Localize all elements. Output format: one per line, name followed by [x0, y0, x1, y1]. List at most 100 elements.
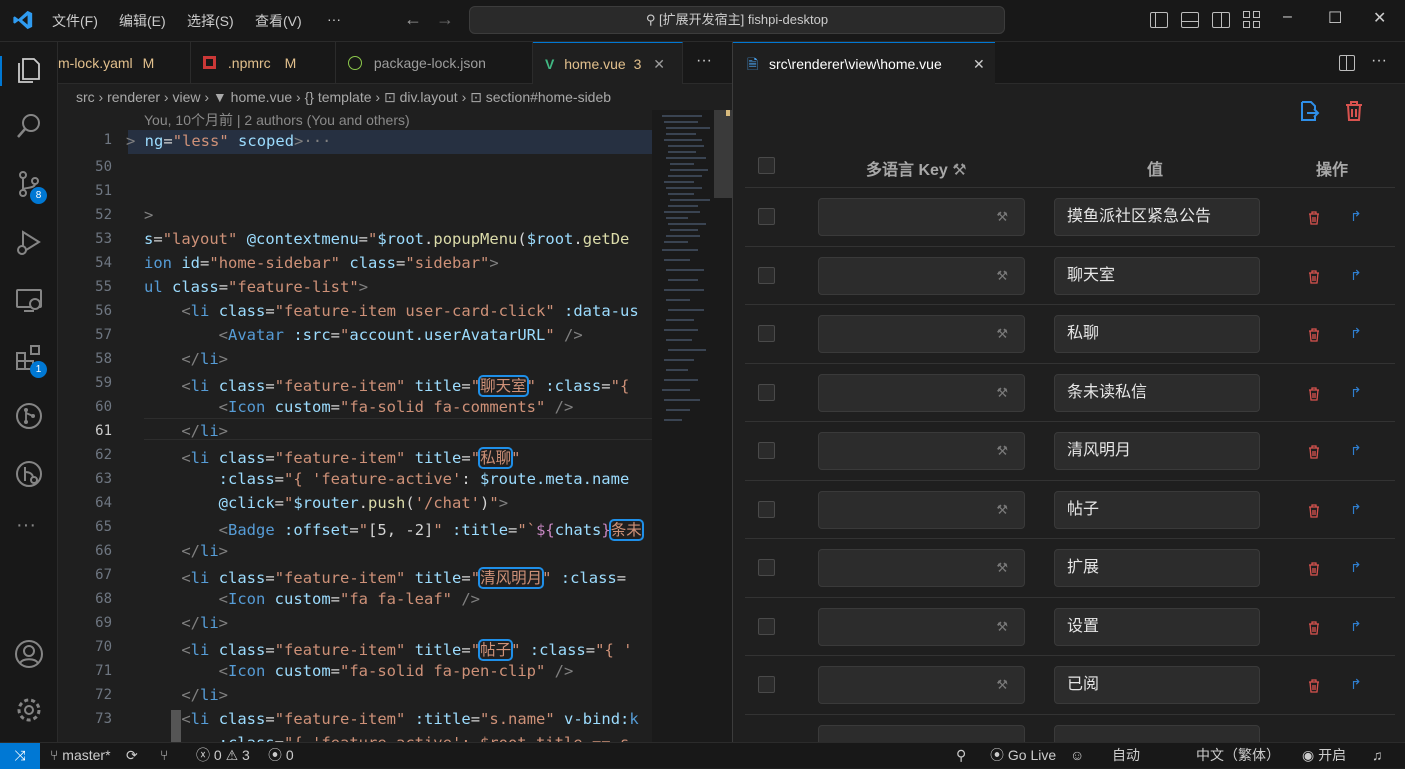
command-center-search[interactable]: ⚲ [扩展开发宿主] fishpi-desktop [469, 6, 1005, 34]
remote-explorer-icon[interactable] [13, 284, 45, 316]
language-selector[interactable]: 中文（繁体） [1196, 743, 1280, 768]
close-icon[interactable]: ✕ [653, 56, 665, 72]
select-all-checkbox[interactable] [758, 157, 775, 174]
value-input[interactable]: 已阅 [1054, 666, 1260, 704]
tab-home-vue[interactable]: V home.vue 3 ✕ [533, 42, 683, 84]
key-input[interactable]: ⚒ [818, 490, 1025, 529]
key-input[interactable]: ⚒ [818, 256, 1025, 295]
value-input[interactable]: 清风明月 [1054, 432, 1260, 470]
code-editor[interactable]: You, 10个月前 | 2 authors (You and others) … [58, 110, 652, 742]
value-input[interactable]: 设置 [1054, 607, 1260, 646]
explorer-icon[interactable] [13, 54, 45, 86]
settings-gear-icon[interactable] [13, 694, 45, 726]
goto-icon[interactable]: ↱ [1350, 384, 1362, 401]
delete-icon[interactable] [1308, 386, 1320, 401]
magic-wand-icon[interactable]: ⚒ [996, 385, 1008, 401]
tab-more-icon[interactable]: ··· [696, 52, 712, 70]
value-input[interactable]: 摸鱼派社区紧急公告 [1054, 198, 1260, 236]
minimap[interactable] [652, 110, 732, 742]
sync-icon[interactable]: ⟳ [126, 743, 138, 768]
magic-wand-icon[interactable]: ⚒ [996, 560, 1008, 576]
goto-icon[interactable]: ↱ [1350, 208, 1362, 225]
magic-wand-icon[interactable]: ⚒ [996, 677, 1008, 693]
delete-icon[interactable] [1308, 269, 1320, 284]
magic-wand-icon[interactable]: ⚒ [996, 268, 1008, 284]
key-input[interactable]: ⚒ [818, 198, 1025, 236]
row-checkbox[interactable] [758, 676, 775, 693]
magic-wand-icon[interactable]: ⚒ [996, 502, 1008, 518]
account-icon[interactable] [13, 638, 45, 670]
delete-icon[interactable] [1308, 503, 1320, 518]
more-actions-icon[interactable]: ··· [1371, 52, 1387, 70]
value-input[interactable]: 条未读私信 [1054, 373, 1260, 412]
close-icon[interactable]: ✕ [973, 43, 985, 85]
trash-icon[interactable] [1343, 100, 1365, 122]
toggle-sidebar-icon[interactable] [1150, 12, 1168, 28]
goto-icon[interactable]: ↱ [1350, 559, 1362, 576]
breadcrumb[interactable]: src › renderer › view › ▼ home.vue › {} … [58, 84, 732, 110]
git-graph-icon[interactable] [13, 400, 45, 432]
value-input[interactable]: 帖子 [1054, 490, 1260, 529]
magic-wand-icon[interactable]: ⚒ [996, 209, 1008, 225]
menu-edit[interactable]: 编辑(E) [119, 11, 166, 31]
delete-icon[interactable] [1308, 620, 1320, 635]
row-checkbox[interactable] [758, 383, 775, 401]
search-icon[interactable] [13, 110, 45, 142]
ports-indicator[interactable]: ⦿ 0 [268, 743, 294, 768]
row-checkbox[interactable] [758, 442, 775, 459]
magic-wand-icon[interactable]: ⚒ [996, 326, 1008, 342]
row-checkbox[interactable] [758, 500, 775, 518]
row-checkbox[interactable] [758, 208, 775, 225]
export-icon[interactable] [1298, 100, 1320, 122]
toggle-secondary-sidebar-icon[interactable] [1212, 12, 1230, 28]
branch-indicator[interactable]: ⑂ master* [50, 743, 111, 768]
delete-icon[interactable] [1308, 562, 1320, 576]
goto-icon[interactable]: ↱ [1350, 618, 1362, 635]
row-checkbox[interactable] [758, 325, 775, 342]
tab-npmrc[interactable]: .npmrc M [191, 42, 336, 84]
maximize-button[interactable]: ☐ [1328, 8, 1342, 28]
value-input[interactable] [1054, 724, 1260, 742]
minimize-button[interactable]: – [1283, 8, 1292, 26]
goto-icon[interactable]: ↱ [1350, 267, 1362, 284]
location-pin-icon[interactable]: ⚲ [956, 743, 966, 768]
key-input[interactable]: ⚒ [818, 373, 1025, 412]
run-debug-icon[interactable] [13, 226, 45, 258]
goto-icon[interactable]: ↱ [1350, 501, 1362, 518]
value-input[interactable]: 私聊 [1054, 315, 1260, 353]
row-checkbox[interactable] [758, 266, 775, 284]
menu-file[interactable]: 文件(F) [52, 11, 98, 31]
row-checkbox[interactable] [758, 617, 775, 635]
key-input[interactable]: ⚒ [818, 607, 1025, 646]
key-input[interactable]: ⚒ [818, 432, 1025, 470]
notifications-bell-icon[interactable]: ♫ [1372, 743, 1383, 768]
tab-package-lock[interactable]: package-lock.json [336, 42, 533, 84]
key-input[interactable]: ⚒ [818, 549, 1025, 587]
value-input[interactable]: 聊天室 [1054, 256, 1260, 295]
goto-icon[interactable]: ↱ [1350, 325, 1362, 342]
key-input[interactable] [818, 724, 1025, 742]
row-checkbox[interactable] [758, 559, 775, 576]
tab-pnpm-lock[interactable]: m-lock.yaml M [58, 42, 191, 84]
magic-wand-icon[interactable]: ⚒ [952, 162, 966, 179]
extensions-icon[interactable]: 1 [13, 342, 47, 378]
key-input[interactable]: ⚒ [818, 666, 1025, 704]
back-arrow-icon[interactable]: ← [404, 9, 422, 30]
magic-wand-icon[interactable]: ⚒ [996, 443, 1008, 459]
magic-wand-icon[interactable]: ⚒ [996, 619, 1008, 635]
git-graph-status-icon[interactable]: ⑂ [160, 743, 168, 768]
delete-icon[interactable] [1308, 328, 1320, 342]
toggle-panel-icon[interactable] [1181, 12, 1199, 28]
auto-mode[interactable]: 自动 [1112, 743, 1140, 768]
copilot-icon[interactable]: ☺ [1070, 743, 1084, 768]
more-views-icon[interactable]: ··· [16, 514, 36, 537]
menu-more[interactable]: ··· [327, 11, 341, 27]
goto-icon[interactable]: ↱ [1350, 442, 1362, 459]
problems-indicator[interactable]: ⓧ 0 ⚠ 3 [196, 743, 250, 768]
menu-selection[interactable]: 选择(S) [187, 11, 234, 31]
source-control-icon[interactable]: 8 [13, 168, 47, 204]
menu-view[interactable]: 查看(V) [255, 11, 302, 31]
split-editor-icon[interactable] [1339, 55, 1355, 71]
delete-icon[interactable] [1308, 679, 1320, 693]
remote-indicator-icon[interactable]: ⤨ [0, 743, 40, 769]
